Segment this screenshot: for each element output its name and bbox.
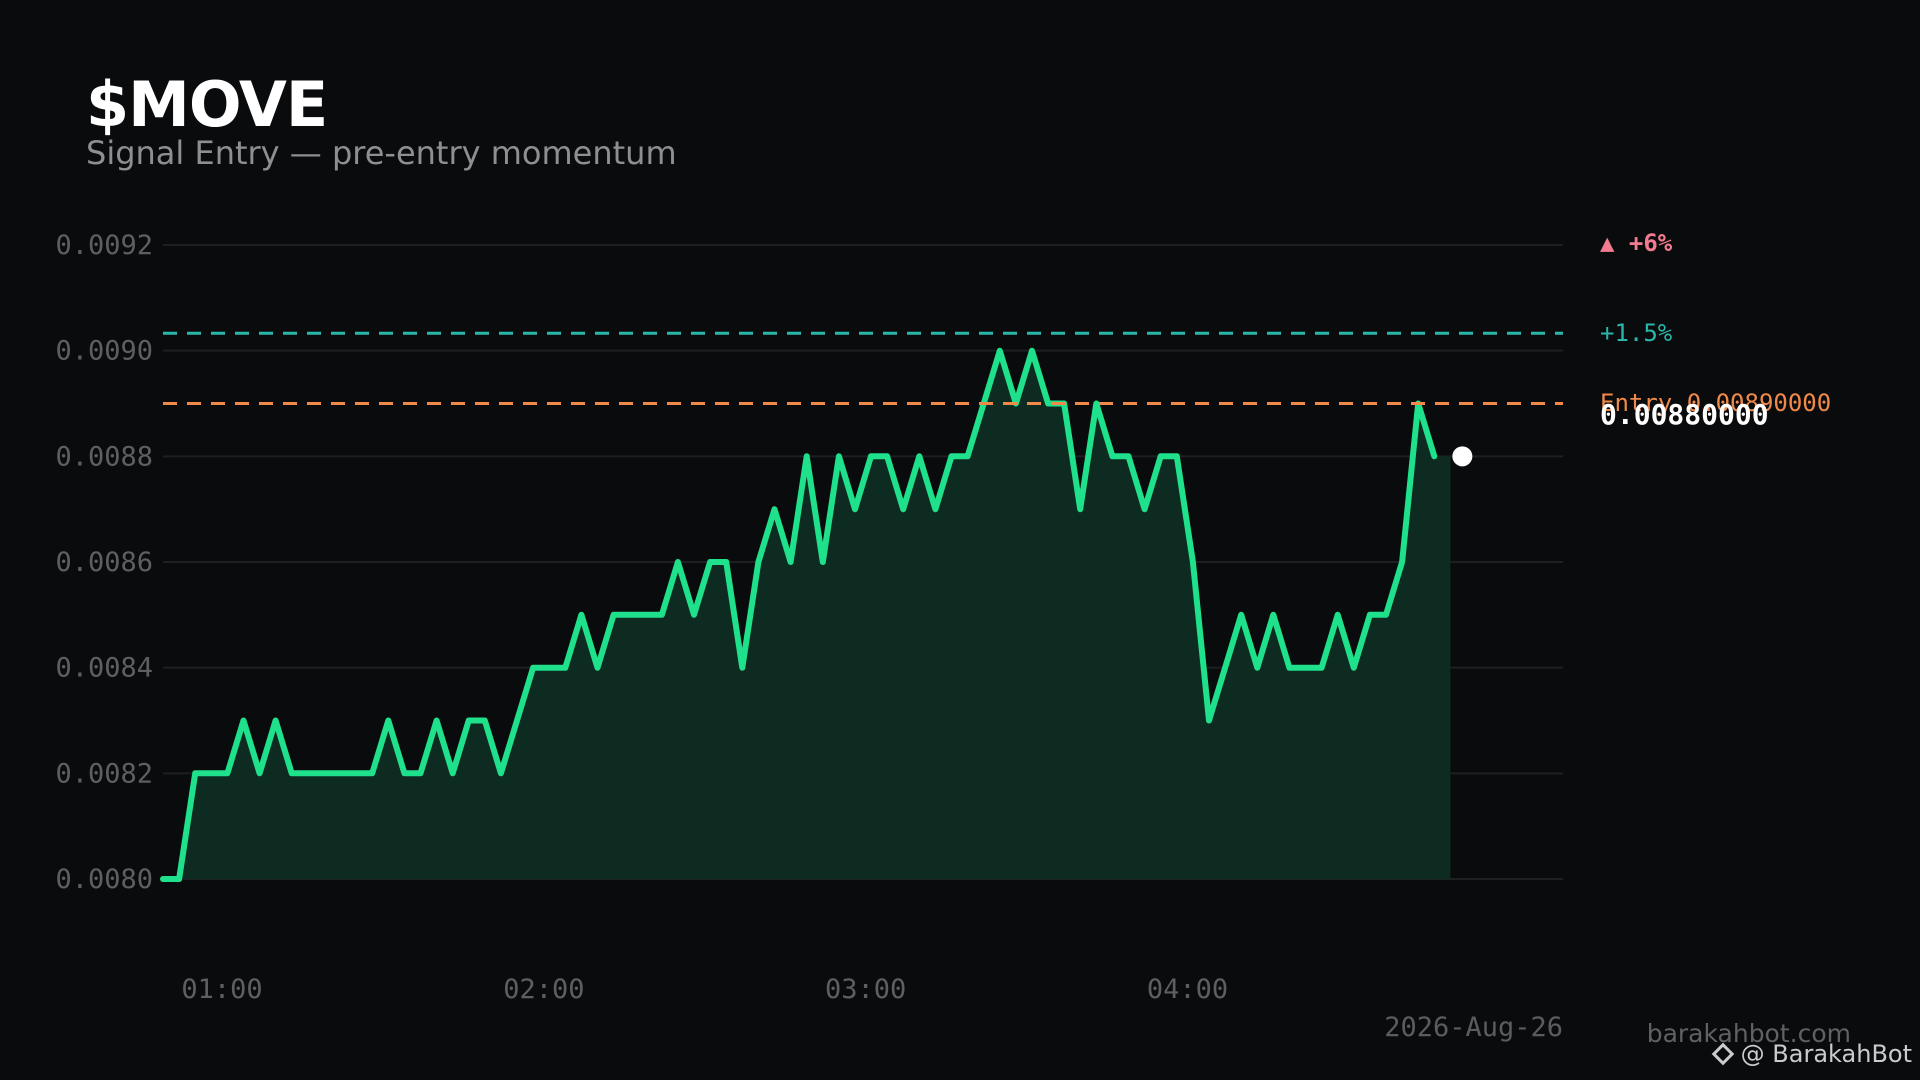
- diamond-icon: [1711, 1042, 1734, 1066]
- tp-label: +1.5%: [1600, 319, 1673, 347]
- x-tick-label: 01:00: [181, 974, 262, 1005]
- x-tick-label: 03:00: [825, 974, 906, 1005]
- x-tick-label: 04:00: [1147, 974, 1228, 1005]
- chart-page: $MOVE Signal Entry — pre-entry momentum …: [0, 0, 1920, 1080]
- y-tick-label: 0.0090: [55, 336, 153, 367]
- x-tick-label: 02:00: [503, 974, 584, 1005]
- y-axis-ticks: 0.0080 0.0082 0.0084 0.0086 0.0088 0.0090 0.00…: [55, 230, 153, 895]
- price-chart: 0.0080 0.0082 0.0084 0.0086 0.0088 0.0090 0.00…: [55, 229, 1831, 1043]
- y-tick-label: 0.0080: [55, 864, 153, 895]
- current-price-label: 0.00880000: [1600, 398, 1769, 431]
- brand-handle-text: @ BarakahBot: [1740, 1040, 1912, 1068]
- brand-handle: @ BarakahBot: [1711, 1040, 1912, 1068]
- y-tick-label: 0.0092: [55, 230, 153, 261]
- point-layer: [1452, 446, 1473, 467]
- area-layer: [163, 350, 1451, 879]
- pct-top-label: ▲ +6%: [1600, 229, 1673, 257]
- y-tick-label: 0.0086: [55, 547, 153, 578]
- reference-lines: [163, 331, 1563, 405]
- current-point: [1452, 446, 1473, 467]
- x-axis-ticks: 01:00 02:00 03:00 04:00: [181, 974, 1228, 1005]
- date-label: 2026-Aug-26: [1384, 1012, 1563, 1043]
- y-tick-label: 0.0084: [55, 653, 153, 684]
- y-tick-label: 0.0082: [55, 758, 153, 789]
- y-tick-label: 0.0088: [55, 441, 153, 472]
- price-area: [163, 350, 1451, 879]
